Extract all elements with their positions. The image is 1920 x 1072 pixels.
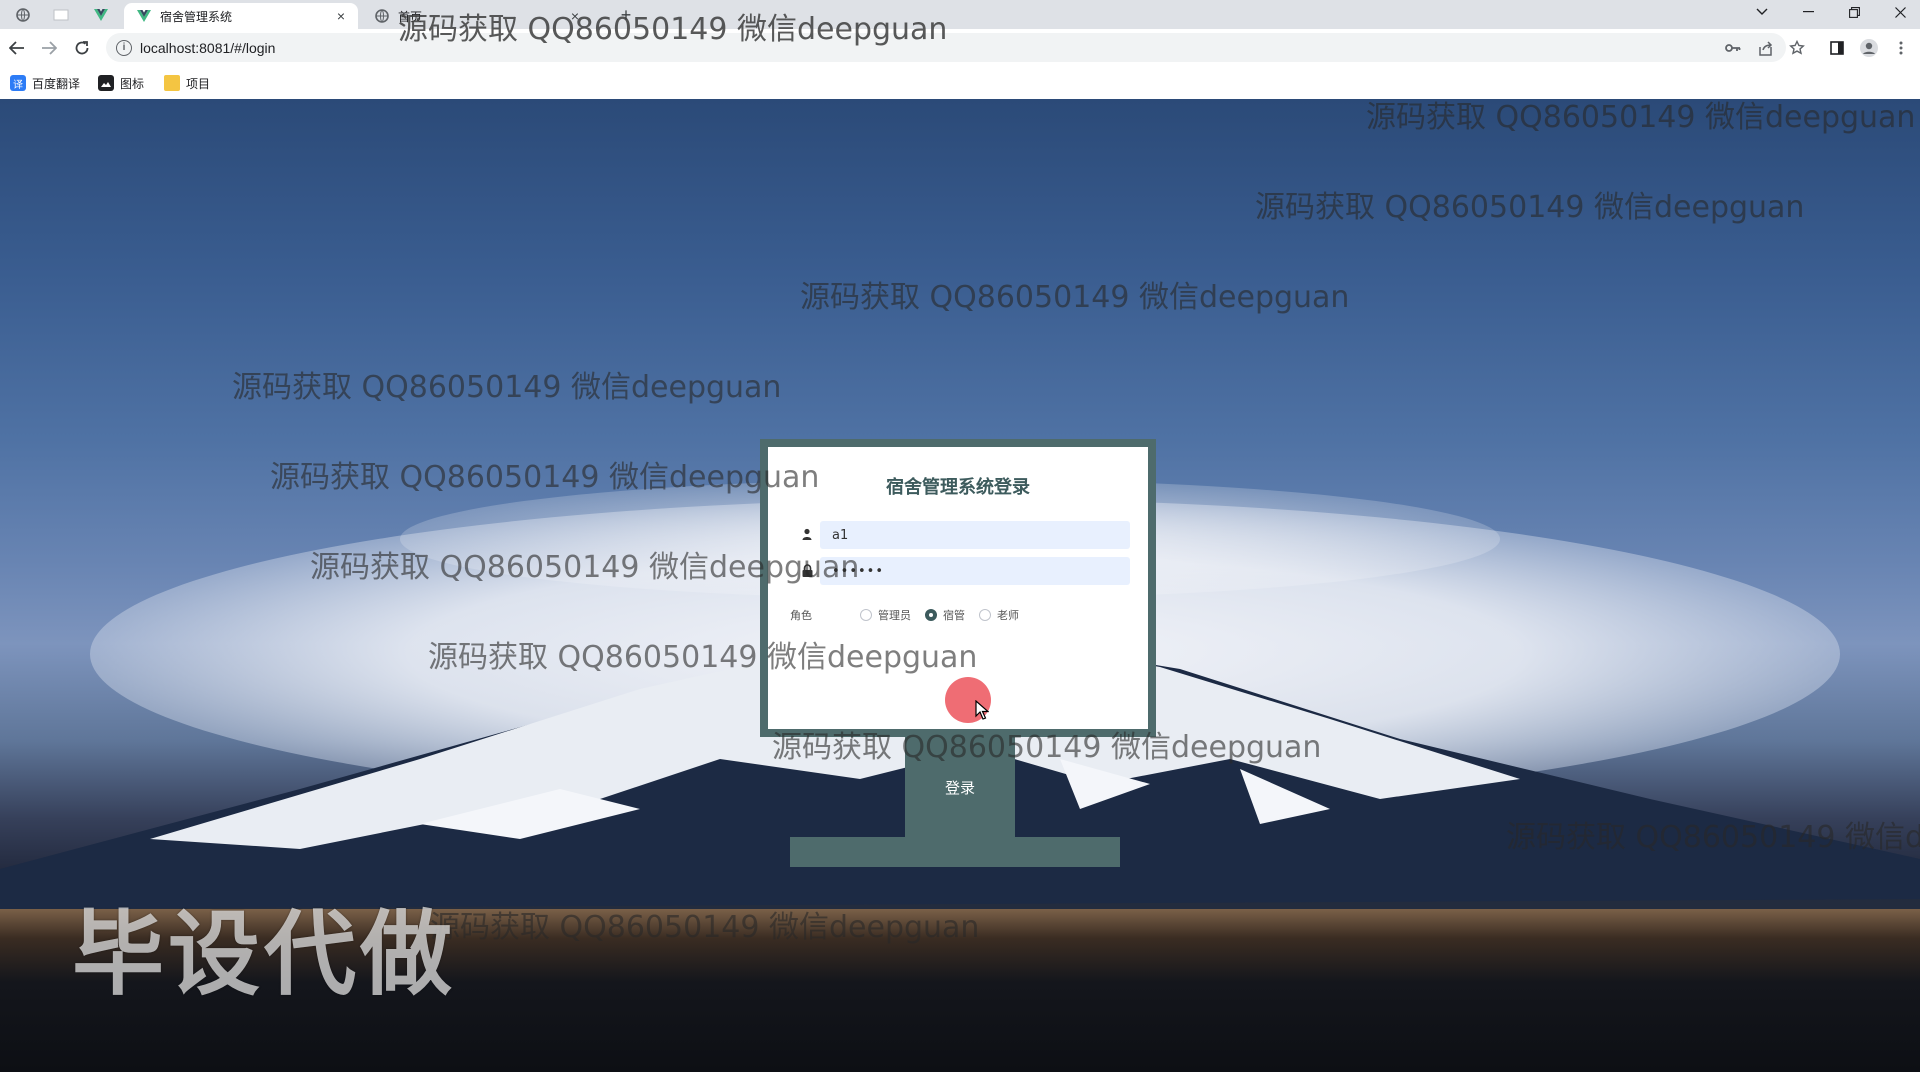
vue-logo-icon[interactable]	[86, 3, 116, 27]
login-title: 宿舍管理系统登录	[886, 477, 1030, 498]
radio-checked-icon	[925, 609, 937, 621]
role-radio-dorm-manager[interactable]: 宿管	[925, 607, 965, 623]
user-icon	[798, 525, 816, 543]
folder-icon	[164, 75, 180, 91]
share-icon[interactable]	[1754, 37, 1776, 59]
back-arrow-icon[interactable]	[5, 36, 29, 60]
close-tab-icon[interactable]: ×	[332, 7, 350, 25]
login-button-label: 登录	[944, 778, 975, 797]
bookmark-icons[interactable]: 图标	[98, 73, 144, 93]
bookmark-label: 图标	[120, 76, 145, 91]
promo-stamp: 毕设代做	[72, 901, 457, 1008]
blank-page-icon[interactable]	[46, 3, 76, 27]
role-label: 角色	[790, 609, 812, 622]
bookmark-label: 项目	[186, 76, 211, 91]
tab-title: 宿舍管理系统	[160, 9, 233, 24]
forward-arrow-icon[interactable]	[37, 36, 61, 60]
globe-icon[interactable]	[8, 3, 38, 27]
radio-icon	[860, 609, 872, 621]
bookmark-star-icon[interactable]	[1786, 37, 1808, 59]
reload-icon[interactable]	[70, 36, 94, 60]
login-button-base	[790, 837, 1120, 867]
tab-active[interactable]: 宿舍管理系统 ×	[124, 3, 358, 29]
minimize-icon[interactable]	[1788, 0, 1828, 24]
restore-icon[interactable]	[1834, 0, 1874, 24]
bookmark-label: 百度翻译	[32, 76, 81, 91]
bookmark-projects[interactable]: 项目	[164, 73, 210, 93]
menu-kebab-icon[interactable]	[1890, 37, 1912, 59]
role-selector: 角色 管理员 宿管 老师	[790, 605, 1033, 625]
radio-icon	[979, 609, 991, 621]
side-panel-icon[interactable]	[1826, 37, 1848, 59]
globe-icon	[374, 8, 390, 24]
vue-logo-icon	[136, 8, 152, 24]
image-icon	[98, 75, 114, 91]
info-icon[interactable]: i	[116, 39, 132, 56]
lock-icon	[798, 561, 816, 579]
url-text[interactable]: localhost:8081/#/login	[140, 40, 275, 56]
browser-toolbar: i localhost:8081/#/login	[0, 29, 1920, 67]
role-radio-admin[interactable]: 管理员	[860, 607, 911, 623]
bookmark-baidu-translate[interactable]: 译 百度翻译	[10, 73, 80, 93]
mouse-cursor-icon	[975, 700, 989, 720]
role-option-label: 宿管	[943, 609, 965, 622]
translate-icon: 译	[10, 75, 26, 91]
key-icon[interactable]	[1722, 37, 1744, 59]
bookmarks-bar: 译 百度翻译 图标 项目	[0, 67, 1920, 100]
role-option-label: 老师	[997, 609, 1019, 622]
close-window-icon[interactable]	[1880, 0, 1920, 24]
tab-search-icon[interactable]	[1742, 0, 1782, 24]
password-input[interactable]	[820, 557, 1130, 585]
login-button[interactable]: 登录	[905, 737, 1015, 837]
browser-tabstrip: 宿舍管理系统 × 首页 × +	[0, 0, 1920, 29]
watermark-text: 源码获取 QQ86050149 微信deepguan	[398, 12, 948, 47]
role-radio-teacher[interactable]: 老师	[979, 607, 1019, 623]
username-input[interactable]	[820, 521, 1130, 549]
role-option-label: 管理员	[878, 609, 911, 622]
profile-avatar-icon[interactable]	[1858, 37, 1880, 59]
